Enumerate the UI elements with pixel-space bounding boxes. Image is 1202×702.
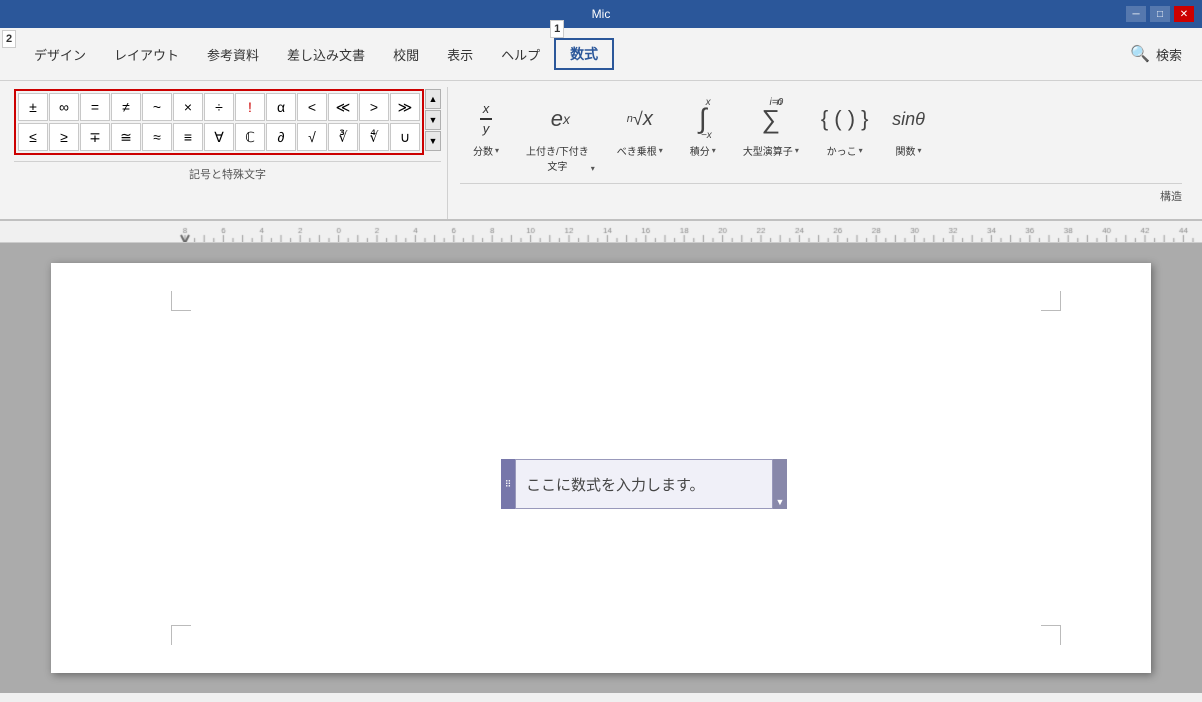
menu-item-view[interactable]: 表示 xyxy=(433,28,487,80)
equation-content[interactable]: ここに数式を入力します。 xyxy=(515,459,773,509)
struct-script[interactable]: ex 上付き/下付き文字 ▾ xyxy=(518,91,603,177)
sym-union[interactable]: ∪ xyxy=(390,123,420,151)
sym-approx[interactable]: ≈ xyxy=(142,123,172,151)
largeop-chevron: ▾ xyxy=(795,146,799,155)
sym-complex[interactable]: ℂ xyxy=(235,123,265,151)
sym-fourthrt[interactable]: ∜ xyxy=(359,123,389,151)
sym-lt[interactable]: < xyxy=(297,93,327,121)
struct-function[interactable]: sinθ 関数 ▾ xyxy=(883,91,935,162)
largeop-label: 大型演算子 xyxy=(743,143,793,158)
menu-item-equation[interactable]: 数式 xyxy=(554,38,614,70)
struct-bracket[interactable]: { ( ) } かっこ ▾ xyxy=(813,91,877,162)
sym-divide[interactable]: ÷ xyxy=(204,93,234,121)
corner-tr xyxy=(1041,291,1061,311)
sym-lldbl[interactable]: ≪ xyxy=(328,93,358,121)
corner-br xyxy=(1041,625,1061,645)
symbols-row-2: ≤ ≥ ∓ ≅ ≈ ≡ ∀ ℂ ∂ √ ∛ ∜ ∪ xyxy=(18,123,420,151)
radical-icon: n√x xyxy=(627,95,653,143)
scroll-more[interactable]: ▼ xyxy=(425,131,441,151)
symbols-section: ± ∞ = ≠ ~ × ÷ ! α < ≪ > ≫ ≤ ≥ xyxy=(8,87,448,219)
radical-label: べき乗根 xyxy=(617,143,657,158)
symbols-row-1: ± ∞ = ≠ ~ × ÷ ! α < ≪ > ≫ xyxy=(18,93,420,121)
sym-gt[interactable]: > xyxy=(359,93,389,121)
equation-left-handle[interactable]: ⠿ xyxy=(501,459,515,509)
script-chevron: ▾ xyxy=(591,164,595,173)
sym-identical[interactable]: ≡ xyxy=(173,123,203,151)
menu-item-review[interactable]: 校閲 xyxy=(379,28,433,80)
sym-equals[interactable]: = xyxy=(80,93,110,121)
bracket-icon: { ( ) } xyxy=(821,95,869,143)
sym-lteq[interactable]: ≤ xyxy=(18,123,48,151)
document-area: ⠿ ここに数式を入力します。 ▼ xyxy=(0,243,1202,693)
symbols-section-label: 記号と特殊文字 xyxy=(14,161,441,182)
sym-cbrt[interactable]: ∛ xyxy=(328,123,358,151)
sym-exclaim[interactable]: ! xyxy=(235,93,265,121)
sym-minusplus[interactable]: ∓ xyxy=(80,123,110,151)
sym-forall[interactable]: ∀ xyxy=(204,123,234,151)
search-icon[interactable]: 🔍 xyxy=(1130,44,1150,64)
sym-tilde[interactable]: ~ xyxy=(142,93,172,121)
corner-bl xyxy=(171,625,191,645)
struct-largeop[interactable]: ∑ n i=0 大型演算子 ▾ xyxy=(735,91,807,162)
badge-2: 2 xyxy=(2,30,16,48)
sym-infinity[interactable]: ∞ xyxy=(49,93,79,121)
integral-icon: ∫ x −x xyxy=(699,95,707,143)
search-area: 🔍 検索 xyxy=(1130,44,1202,64)
badge-1: 1 xyxy=(550,20,564,38)
maximize-button[interactable]: □ xyxy=(1150,6,1170,22)
menu-item-references[interactable]: 参考資料 xyxy=(193,28,273,80)
equation-right-handle[interactable]: ▼ xyxy=(773,459,787,509)
script-icon: ex xyxy=(551,95,570,143)
structure-section: x y 分数 ▾ ex 上付き/下付き文字 ▾ xyxy=(448,87,1194,219)
corner-tl xyxy=(171,291,191,311)
struct-fraction[interactable]: x y 分数 ▾ xyxy=(460,91,512,162)
radical-chevron: ▾ xyxy=(659,146,663,155)
sym-plusminus[interactable]: ± xyxy=(18,93,48,121)
menu-item-help[interactable]: ヘルプ xyxy=(487,28,554,80)
fraction-chevron: ▾ xyxy=(495,146,499,155)
equation-container: ⠿ ここに数式を入力します。 ▼ xyxy=(501,459,787,509)
function-icon: sinθ xyxy=(892,95,925,143)
menu-items: デザイン レイアウト 参考資料 差し込み文書 校閲 表示 ヘルプ 1 数式 xyxy=(0,28,614,80)
fraction-label: 分数 xyxy=(473,143,493,158)
sym-notequal[interactable]: ≠ xyxy=(111,93,141,121)
fraction-icon: x y xyxy=(480,95,493,143)
title-bar-text: Mic xyxy=(592,7,611,21)
largeop-icon: ∑ n i=0 xyxy=(762,95,781,143)
badge-1-container: 1 数式 xyxy=(554,38,614,70)
function-label: 関数 xyxy=(896,143,916,158)
menu-item-mailings[interactable]: 差し込み文書 xyxy=(273,28,379,80)
integral-label: 積分 xyxy=(690,143,710,158)
structure-section-label: 構造 xyxy=(460,183,1182,204)
sym-alpha[interactable]: α xyxy=(266,93,296,121)
sym-partial[interactable]: ∂ xyxy=(266,123,296,151)
minimize-button[interactable]: ─ xyxy=(1126,6,1146,22)
bracket-chevron: ▾ xyxy=(859,146,863,155)
struct-radical[interactable]: n√x べき乗根 ▾ xyxy=(609,91,671,162)
scroll-down[interactable]: ▼ xyxy=(425,110,441,130)
ruler: // Draw ruler marks via JS after DOM loa… xyxy=(0,221,1202,243)
sym-gteq[interactable]: ≥ xyxy=(49,123,79,151)
function-chevron: ▾ xyxy=(918,146,922,155)
menu-item-layout[interactable]: レイアウト xyxy=(100,28,193,80)
integral-chevron: ▾ xyxy=(712,146,716,155)
document-page: ⠿ ここに数式を入力します。 ▼ xyxy=(51,263,1151,673)
script-label: 上付き/下付き文字 xyxy=(526,143,589,173)
sym-times[interactable]: × xyxy=(173,93,203,121)
sym-sqrt[interactable]: √ xyxy=(297,123,327,151)
scroll-up[interactable]: ▲ xyxy=(425,89,441,109)
sym-congruent[interactable]: ≅ xyxy=(111,123,141,151)
search-label[interactable]: 検索 xyxy=(1156,45,1182,64)
struct-integral[interactable]: ∫ x −x 積分 ▾ xyxy=(677,91,729,162)
bracket-label: かっこ xyxy=(827,143,857,158)
menu-item-design[interactable]: デザイン xyxy=(20,28,100,80)
close-button[interactable]: ✕ xyxy=(1174,6,1194,22)
sym-gtdbl[interactable]: ≫ xyxy=(390,93,420,121)
